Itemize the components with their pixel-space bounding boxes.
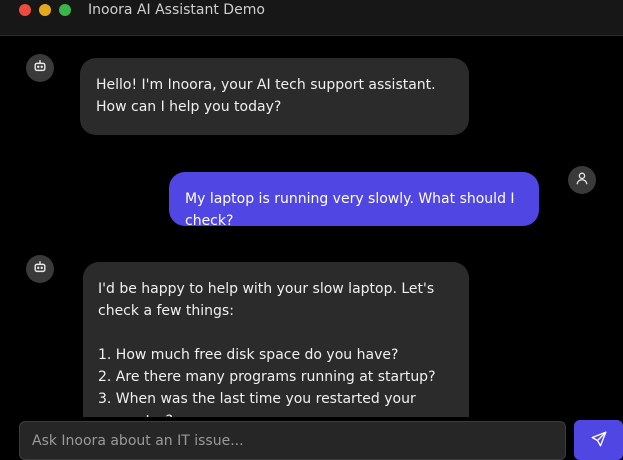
- maximize-window-button[interactable]: [59, 4, 71, 16]
- bot-icon: [33, 59, 47, 78]
- close-window-button[interactable]: [19, 4, 31, 16]
- chat-history[interactable]: Hello! I'm Inoora, your AI tech support …: [0, 37, 623, 417]
- bot-icon: [33, 260, 47, 279]
- user-icon: [575, 171, 589, 190]
- minimize-window-button[interactable]: [39, 4, 51, 16]
- window-title: Inoora AI Assistant Demo: [88, 2, 265, 18]
- user-avatar: [568, 166, 596, 194]
- composer: [0, 417, 623, 460]
- message-input[interactable]: [19, 421, 566, 460]
- user-message: My laptop is running very slowly. What s…: [169, 172, 539, 229]
- bot-avatar: [26, 54, 54, 82]
- send-button[interactable]: [574, 420, 623, 460]
- assistant-message: I'd be happy to help with your slow lapt…: [83, 262, 469, 417]
- bot-avatar: [26, 255, 54, 283]
- send-icon: [590, 430, 608, 451]
- assistant-message: Hello! I'm Inoora, your AI tech support …: [80, 58, 469, 135]
- window-titlebar: Inoora AI Assistant Demo: [0, 0, 623, 36]
